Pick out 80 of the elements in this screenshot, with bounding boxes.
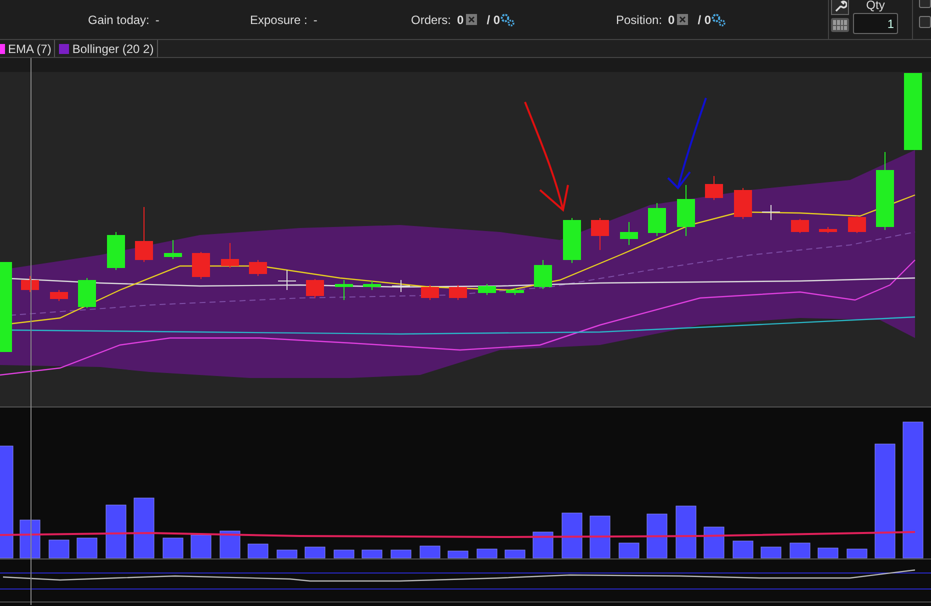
- volume-bar: [220, 530, 240, 558]
- candlestick: [107, 232, 125, 270]
- volume-bar: [106, 504, 126, 558]
- gears-icon[interactable]: [500, 12, 516, 26]
- volume-bar: [420, 546, 440, 558]
- volume-bar: [476, 548, 498, 558]
- candlestick: [50, 290, 68, 302]
- volume-bar: [760, 546, 782, 558]
- stat-total: / 0: [486, 12, 500, 28]
- stat-value: 0: [457, 12, 464, 28]
- volume-bar: [732, 540, 754, 558]
- volume-bar: [562, 512, 582, 558]
- volume-bar: [590, 516, 610, 558]
- volume-bar: [362, 550, 382, 558]
- candlestick: [306, 278, 324, 298]
- candlestick: [78, 278, 96, 308]
- volume-bar: [134, 498, 154, 558]
- volume-bar: [818, 548, 838, 558]
- qty-label: Qty: [866, 0, 885, 12]
- checkbox[interactable]: [919, 16, 931, 28]
- candlestick: [421, 284, 439, 300]
- wrench-icon[interactable]: [831, 0, 849, 15]
- volume-bar: [76, 538, 98, 558]
- stat-total: / 0: [698, 12, 712, 28]
- candlestick: [363, 280, 381, 290]
- volume-bar: [304, 546, 326, 558]
- qty-field[interactable]: 1: [853, 13, 898, 34]
- candlestick: [705, 176, 723, 200]
- indicator-label[interactable]: Bollinger (20 2): [72, 40, 154, 58]
- cancel-icon[interactable]: [676, 14, 688, 25]
- volume-bar: [618, 542, 640, 558]
- candlestick: [506, 288, 524, 296]
- volume-bar: [646, 514, 668, 558]
- volume-bar: [676, 506, 696, 558]
- candlestick: [591, 218, 609, 250]
- volume-bar: [20, 520, 40, 558]
- stat-label: Orders:: [411, 12, 452, 28]
- gears-icon[interactable]: [711, 12, 726, 26]
- stat-label: Gain today:: [88, 12, 150, 28]
- volume-bar: [504, 550, 526, 558]
- candlestick: [677, 184, 695, 236]
- candlestick: [478, 284, 496, 296]
- volume-bar: [248, 544, 268, 558]
- volume-bar: [334, 550, 354, 558]
- cancel-icon[interactable]: [466, 14, 477, 25]
- candlestick: [221, 242, 239, 268]
- candlestick: [164, 240, 182, 260]
- stat-value: -: [313, 12, 318, 28]
- candlestick: [620, 222, 638, 246]
- volume-bar: [704, 526, 724, 558]
- candlestick: [192, 252, 210, 280]
- volume-bar: [190, 534, 212, 558]
- candlestick: [135, 206, 153, 262]
- candlestick: [648, 202, 666, 236]
- candlestick: [249, 260, 267, 276]
- indicator-label[interactable]: EMA (7): [8, 40, 52, 58]
- candlestick: [335, 280, 353, 300]
- volume-bar: [390, 550, 412, 558]
- stat-label: Exposure :: [250, 12, 308, 28]
- volume-bar: [48, 540, 70, 558]
- candlestick: [791, 218, 809, 234]
- volume-bar: [532, 532, 554, 558]
- candlestick: [563, 218, 581, 264]
- volume-bar: [162, 538, 184, 558]
- candlestick: [848, 216, 866, 234]
- candlestick: [449, 284, 467, 300]
- volume-bar: [448, 550, 468, 558]
- stat-value: -: [155, 12, 160, 28]
- volume-bar: [846, 548, 868, 558]
- candlestick: [762, 204, 780, 220]
- volume-bar: [790, 542, 810, 558]
- stat-value: 0: [668, 12, 675, 28]
- candlestick: [534, 260, 552, 290]
- candlestick: [21, 276, 39, 292]
- candlestick: [278, 270, 296, 290]
- candlestick: [392, 280, 410, 292]
- candlestick: [734, 188, 752, 220]
- candlestick: [819, 226, 837, 234]
- stat-label: Position:: [616, 12, 662, 28]
- volume-bar: [276, 550, 298, 558]
